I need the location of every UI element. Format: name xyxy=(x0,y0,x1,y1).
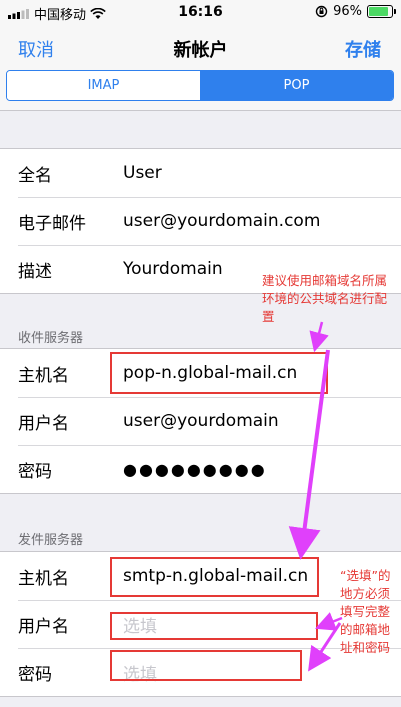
account-type-segmented-control: IMAP POP xyxy=(6,70,394,101)
incoming-host-label: 主机名 xyxy=(18,365,69,386)
annotation-note-bottom: “选填”的地方必须填写完整的邮箱地址和密码 xyxy=(340,568,391,655)
incoming-host-highlight-box xyxy=(110,352,328,394)
incoming-password-label: 密码 xyxy=(18,461,52,482)
outgoing-password-highlight-box xyxy=(110,650,302,681)
orientation-lock-icon xyxy=(315,5,328,18)
outgoing-server-header: 发件服务器 xyxy=(18,533,84,548)
full-name-row[interactable]: 全名 User xyxy=(0,149,401,197)
page-title: 新帐户 xyxy=(173,40,228,61)
status-bar: 中国移动 16:16 96% xyxy=(0,0,401,26)
outgoing-host-label: 主机名 xyxy=(18,568,69,589)
incoming-username-label: 用户名 xyxy=(18,413,69,434)
description-label: 描述 xyxy=(18,261,52,282)
incoming-username-field[interactable]: user@yourdomain xyxy=(123,411,279,431)
outgoing-username-label: 用户名 xyxy=(18,616,69,637)
battery-fill xyxy=(369,7,388,16)
incoming-password-row[interactable]: 密码 ●●●●●●●●● xyxy=(0,445,401,493)
save-button[interactable]: 存储 xyxy=(345,36,381,62)
incoming-password-field[interactable]: ●●●●●●●●● xyxy=(123,460,267,479)
full-name-field[interactable]: User xyxy=(123,163,162,183)
description-field[interactable]: Yourdomain xyxy=(123,259,223,279)
segment-pop[interactable]: POP xyxy=(200,71,393,100)
full-name-label: 全名 xyxy=(18,165,52,186)
battery-percent: 96% xyxy=(333,4,362,19)
email-row[interactable]: 电子邮件 user@yourdomain.com xyxy=(0,197,401,245)
outgoing-password-label: 密码 xyxy=(18,664,52,685)
outgoing-username-highlight-box xyxy=(110,612,318,640)
account-type-bar: IMAP POP xyxy=(0,66,401,111)
navigation-bar: 取消 新帐户 存储 xyxy=(0,26,401,66)
battery-icon xyxy=(367,5,396,18)
email-field[interactable]: user@yourdomain.com xyxy=(123,211,320,231)
incoming-server-header: 收件服务器 xyxy=(18,331,84,346)
annotation-note-top: 建议使用邮箱域名所属环境的公共域名进行配置 xyxy=(262,273,388,324)
status-right: 96% xyxy=(315,4,396,19)
outgoing-host-highlight-box xyxy=(110,557,319,597)
email-label: 电子邮件 xyxy=(18,213,86,234)
segment-imap[interactable]: IMAP xyxy=(7,71,200,100)
incoming-username-row[interactable]: 用户名 user@yourdomain xyxy=(0,397,401,445)
